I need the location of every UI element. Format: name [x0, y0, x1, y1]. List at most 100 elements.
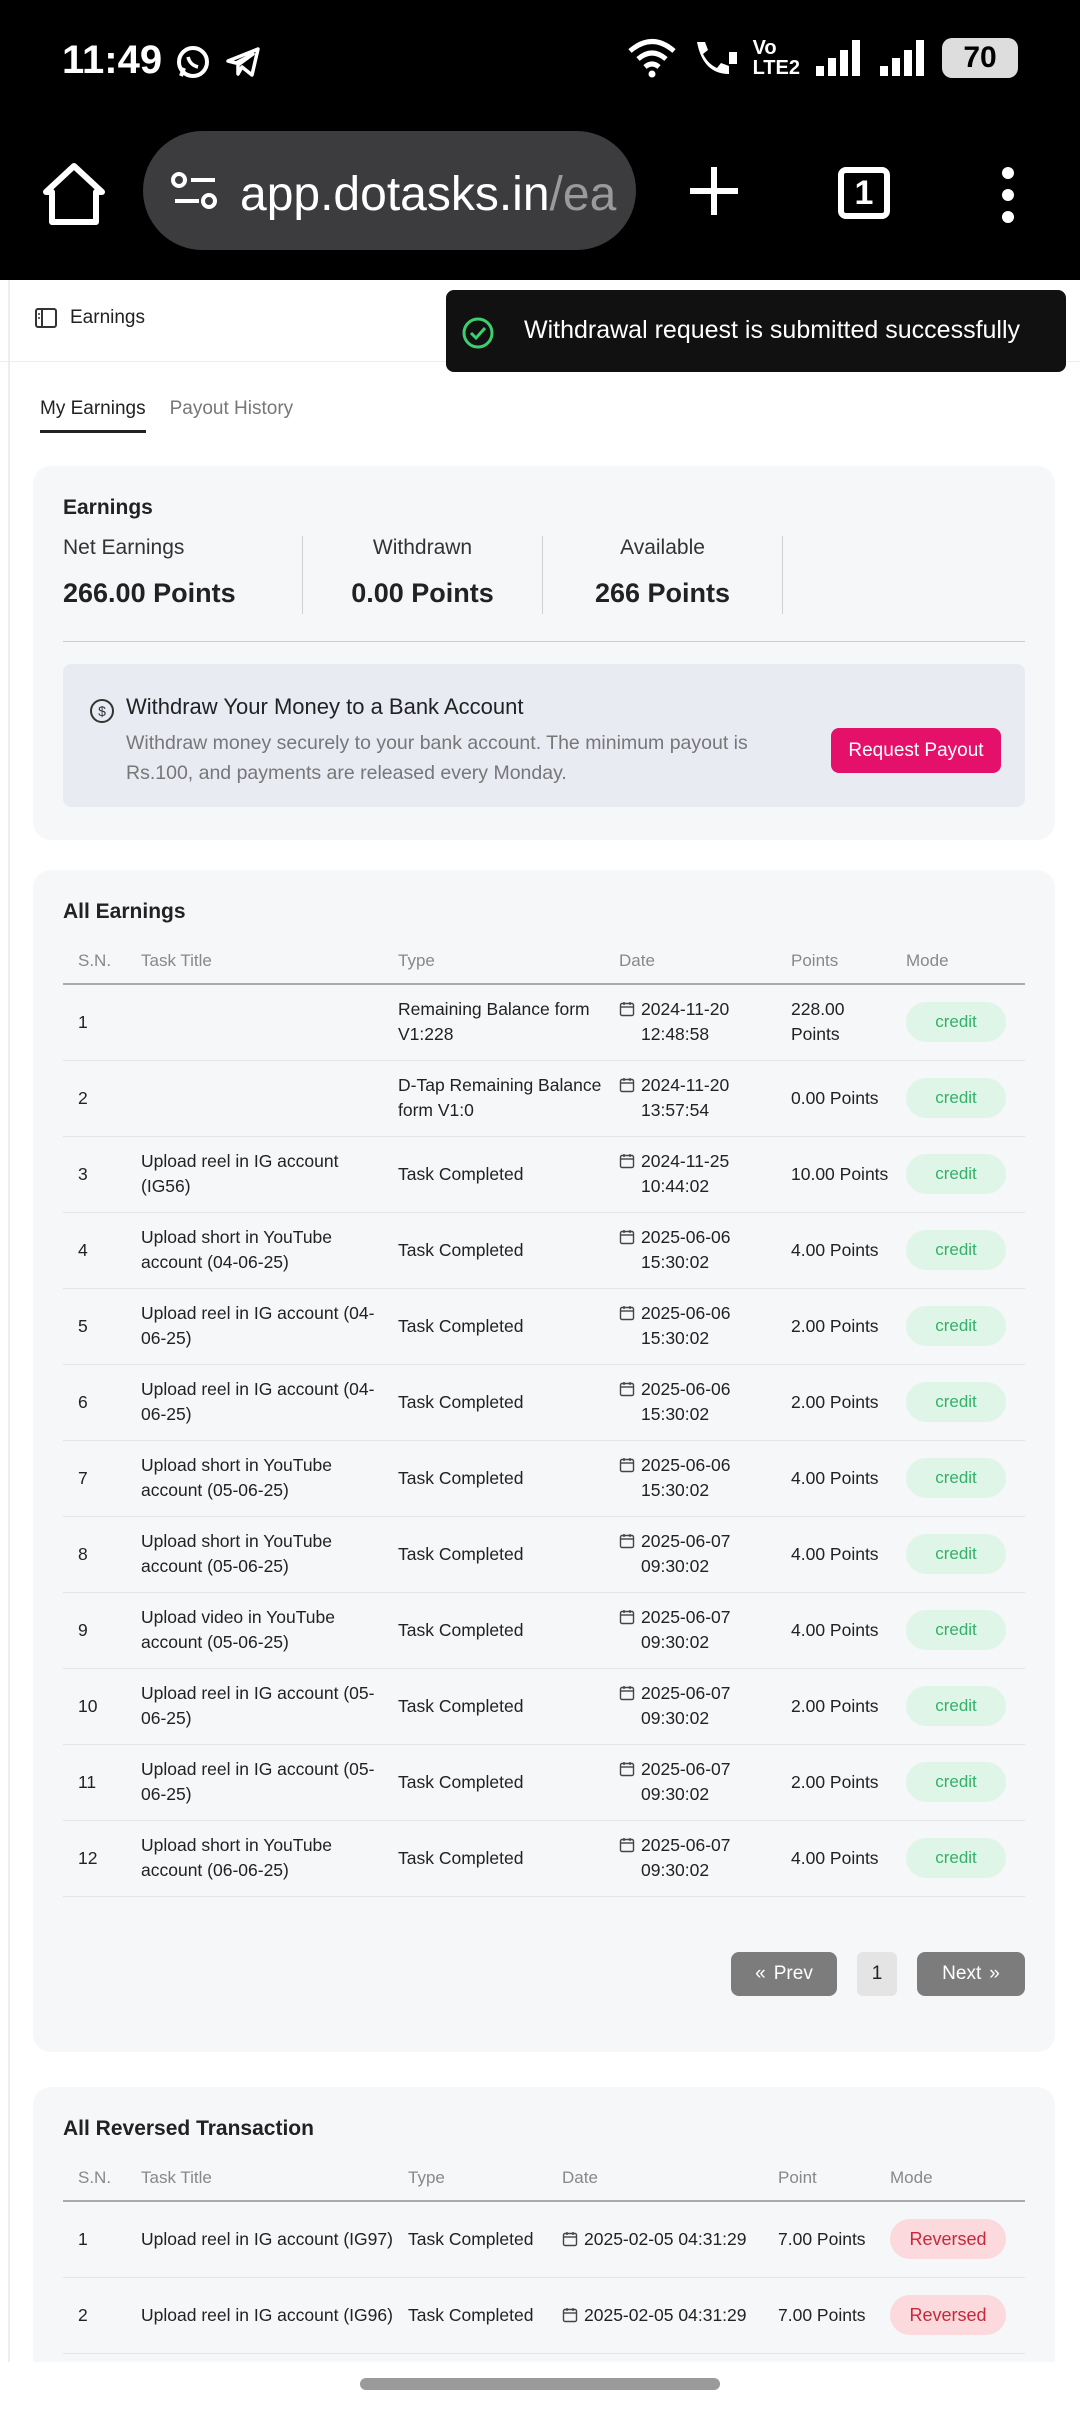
- table-header-row: S.N. Task Title Type Date Point Mode: [63, 2155, 1025, 2202]
- cell-sn: 2: [63, 1060, 126, 1137]
- status-badge: credit: [906, 1686, 1006, 1726]
- status-badge: credit: [906, 1078, 1006, 1118]
- calendar-icon: [619, 1838, 635, 1853]
- cell-task-title: [126, 1060, 383, 1137]
- calendar-icon: [619, 1306, 635, 1321]
- cell-mode: Reversed: [875, 2201, 1025, 2278]
- table-row: 2 Upload reel in IG account (IG96) Task Co…: [63, 2277, 1025, 2354]
- new-tab-icon[interactable]: [686, 163, 742, 219]
- calendar-icon: [619, 1458, 635, 1473]
- cell-sn: 6: [63, 1364, 126, 1441]
- cell-task-title: Upload short in YouTube account (04-06-2…: [126, 1212, 383, 1289]
- cell-type: Task Completed: [383, 1820, 604, 1897]
- cell-task-title: Upload short in YouTube account (06-06-2…: [126, 1820, 383, 1897]
- cell-sn: 1: [63, 2201, 126, 2278]
- cell-sn: 3: [63, 1136, 126, 1213]
- earnings-summary-card: Earnings Net Earnings 266.00 Points With…: [33, 466, 1055, 840]
- signal-icon: [816, 40, 860, 76]
- home-icon[interactable]: [40, 160, 108, 228]
- table-row: 1 Upload reel in IG account (IG97) Task Co…: [63, 2201, 1025, 2278]
- page-title: Earnings: [70, 307, 145, 328]
- cell-date: 2025-06-06 15:30:02: [604, 1288, 776, 1365]
- cell-mode: credit: [891, 1060, 1025, 1137]
- cell-mode: credit: [891, 1668, 1025, 1745]
- col-sn: S.N.: [63, 938, 126, 985]
- stat-withdrawn: Withdrawn 0.00 Points: [303, 536, 543, 614]
- cell-mode: credit: [891, 1744, 1025, 1821]
- status-badge: credit: [906, 1154, 1006, 1194]
- cell-date: 2025-06-07 09:30:02: [604, 1592, 776, 1669]
- calendar-icon: [619, 1686, 635, 1701]
- tab-switcher-button[interactable]: 1: [838, 167, 890, 219]
- status-badge: credit: [906, 1838, 1006, 1878]
- cell-sn: 10: [63, 1668, 126, 1745]
- status-time: 11:49: [62, 38, 163, 82]
- cell-date: 2025-06-06 15:30:02: [604, 1364, 776, 1441]
- prev-page-button[interactable]: «Prev: [731, 1952, 837, 1996]
- wifi-icon: [627, 39, 676, 78]
- status-bar: 11:49 Vo LTE2 70: [0, 0, 1080, 125]
- reversed-table: S.N. Task Title Type Date Point Mode 1 Up…: [63, 2155, 1025, 2354]
- table-row: 5 Upload reel in IG account (04-06-25) Tas…: [63, 1288, 1025, 1365]
- cell-points: 4.00 Points: [776, 1440, 891, 1517]
- cell-task-title: Upload reel in IG account (05-06-25): [126, 1744, 383, 1821]
- more-options-icon[interactable]: [998, 165, 1018, 225]
- table-row: 12 Upload short in YouTube account (06-06…: [63, 1820, 1025, 1897]
- cell-task-title: Upload short in YouTube account (05-06-2…: [126, 1516, 383, 1593]
- page-number[interactable]: 1: [857, 1952, 897, 1996]
- url-text: app.dotasks.in/ea: [240, 168, 617, 221]
- whatsapp-icon: [177, 46, 209, 78]
- gesture-navigation-bar[interactable]: [360, 2378, 720, 2390]
- sidebar-toggle-icon[interactable]: [34, 306, 58, 330]
- svg-text:$: $: [98, 703, 106, 719]
- status-badge: credit: [906, 1002, 1006, 1043]
- cell-mode: credit: [891, 1516, 1025, 1593]
- payout-description: Withdraw money securely to your bank acc…: [126, 732, 748, 784]
- cell-type: D-Tap Remaining Balance form V1:0: [383, 1060, 604, 1137]
- cell-date: 2025-06-07 09:30:02: [604, 1516, 776, 1593]
- table-row: 10 Upload reel in IG account (05-06-25) Ta…: [63, 1668, 1025, 1745]
- cell-date: 2025-06-06 15:30:02: [604, 1212, 776, 1289]
- cell-type: Task Completed: [383, 1592, 604, 1669]
- tab-my-earnings[interactable]: My Earnings: [40, 398, 146, 433]
- payout-box: $ Withdraw Your Money to a Bank Account …: [63, 664, 1025, 807]
- calendar-icon: [562, 2307, 578, 2322]
- cell-date: 2024-11-20 12:48:58: [604, 984, 776, 1061]
- cell-points: 228.00 Points: [776, 984, 891, 1061]
- double-chevron-left-icon: «: [755, 1963, 766, 1984]
- status-badge: Reversed: [890, 2295, 1006, 2335]
- cell-task-title: Upload reel in IG account (IG97): [126, 2201, 393, 2278]
- calendar-icon: [619, 1610, 635, 1625]
- signal-icon-2: [880, 40, 924, 76]
- all-earnings-title: All Earnings: [63, 900, 186, 923]
- status-badge: Reversed: [890, 2219, 1006, 2260]
- table-row: 9 Upload video in YouTube account (05-06-…: [63, 1592, 1025, 1669]
- tab-payout-history[interactable]: Payout History: [170, 398, 294, 433]
- cell-task-title: Upload video in YouTube account (05-06-2…: [126, 1592, 383, 1669]
- cell-points: 2.00 Points: [776, 1744, 891, 1821]
- status-badge: credit: [906, 1306, 1006, 1346]
- reversed-transactions-card: All Reversed Transaction S.N. Task Title…: [33, 2087, 1055, 2362]
- cell-mode: credit: [891, 1364, 1025, 1441]
- cell-points: 4.00 Points: [776, 1592, 891, 1669]
- address-bar[interactable]: app.dotasks.in/ea: [143, 131, 636, 250]
- cell-points: 4.00 Points: [776, 1820, 891, 1897]
- request-payout-button[interactable]: Request Payout: [831, 728, 1001, 773]
- cell-task-title: Upload reel in IG account (IG56): [126, 1136, 383, 1213]
- cell-task-title: Upload reel in IG account (05-06-25): [126, 1668, 383, 1745]
- browser-toolbar: app.dotasks.in/ea 1: [0, 125, 1080, 280]
- calendar-icon: [619, 1230, 635, 1245]
- cell-date: 2025-06-07 09:30:02: [604, 1744, 776, 1821]
- site-settings-icon[interactable]: [171, 171, 219, 211]
- cell-mode: credit: [891, 1592, 1025, 1669]
- cell-mode: credit: [891, 984, 1025, 1061]
- cell-task-title: [126, 984, 383, 1061]
- col-type: Type: [383, 938, 604, 985]
- cell-sn: 4: [63, 1212, 126, 1289]
- success-toast: Withdrawal request is submitted successf…: [446, 290, 1066, 372]
- cell-sn: 7: [63, 1440, 126, 1517]
- battery-indicator: 70: [942, 38, 1018, 78]
- next-page-button[interactable]: Next»: [917, 1952, 1025, 1996]
- toast-message: Withdrawal request is submitted successf…: [524, 316, 1021, 344]
- cell-mode: Reversed: [875, 2277, 1025, 2354]
